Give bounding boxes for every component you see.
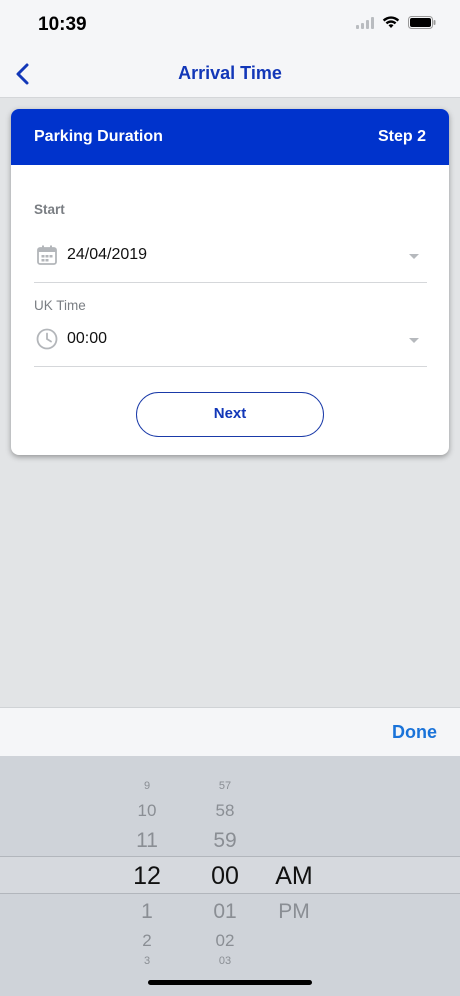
time-value: 00:00 — [67, 330, 108, 347]
nav-bar: Arrival Time — [0, 50, 460, 98]
status-bar: 10:39 — [0, 0, 460, 50]
clock-icon — [36, 328, 58, 350]
time-field[interactable]: 00:00 — [34, 322, 427, 367]
done-button[interactable]: Done — [392, 722, 437, 743]
calendar-icon — [37, 245, 57, 265]
picker-item: 1 — [141, 900, 153, 923]
picker-item: 10 — [137, 801, 157, 820]
date-field[interactable]: 24/04/2019 — [34, 238, 427, 283]
date-value: 24/04/2019 — [67, 246, 148, 263]
picker-item: 59 — [213, 829, 237, 852]
home-indicator — [148, 980, 312, 985]
card-header: Parking Duration Step 2 — [11, 109, 449, 165]
card-title: Parking Duration — [34, 128, 163, 145]
picker-item: PM — [278, 900, 310, 923]
picker-item: 11 — [136, 829, 158, 852]
next-button[interactable]: Next — [136, 392, 324, 437]
period-wheel[interactable]: AM PM — [264, 756, 324, 996]
picker-item: 01 — [213, 900, 237, 923]
picker-item: 02 — [215, 931, 235, 950]
picker-item-selected: AM — [275, 862, 313, 890]
status-icons — [356, 16, 436, 29]
picker-item-selected: 12 — [133, 862, 161, 890]
picker-item: 03 — [218, 955, 232, 967]
parking-duration-card: Parking Duration Step 2 Start 24/04/2019… — [11, 109, 449, 455]
picker-toolbar: Done — [0, 707, 460, 756]
dropdown-arrow-icon — [409, 338, 419, 343]
time-picker[interactable]: 9 10 11 12 1 2 3 57 58 59 00 01 02 03 AM… — [0, 756, 460, 996]
page-title: Arrival Time — [178, 63, 282, 83]
picker-item: 3 — [143, 955, 151, 967]
dropdown-arrow-icon — [409, 254, 419, 259]
status-time: 10:39 — [38, 14, 87, 35]
picker-item: 57 — [218, 780, 232, 792]
hour-wheel[interactable]: 9 10 11 12 1 2 3 — [118, 756, 176, 996]
picker-item-selected: 00 — [211, 862, 239, 890]
picker-item: 2 — [142, 931, 152, 950]
picker-item: 58 — [215, 801, 235, 820]
battery-icon — [408, 16, 436, 29]
minute-wheel[interactable]: 57 58 59 00 01 02 03 — [196, 756, 254, 996]
wifi-icon — [382, 16, 400, 28]
start-label: Start — [34, 202, 65, 217]
uk-time-label: UK Time — [34, 298, 86, 313]
step-indicator: Step 2 — [377, 128, 426, 145]
signal-icon — [356, 16, 374, 29]
picker-item: 9 — [143, 780, 151, 792]
